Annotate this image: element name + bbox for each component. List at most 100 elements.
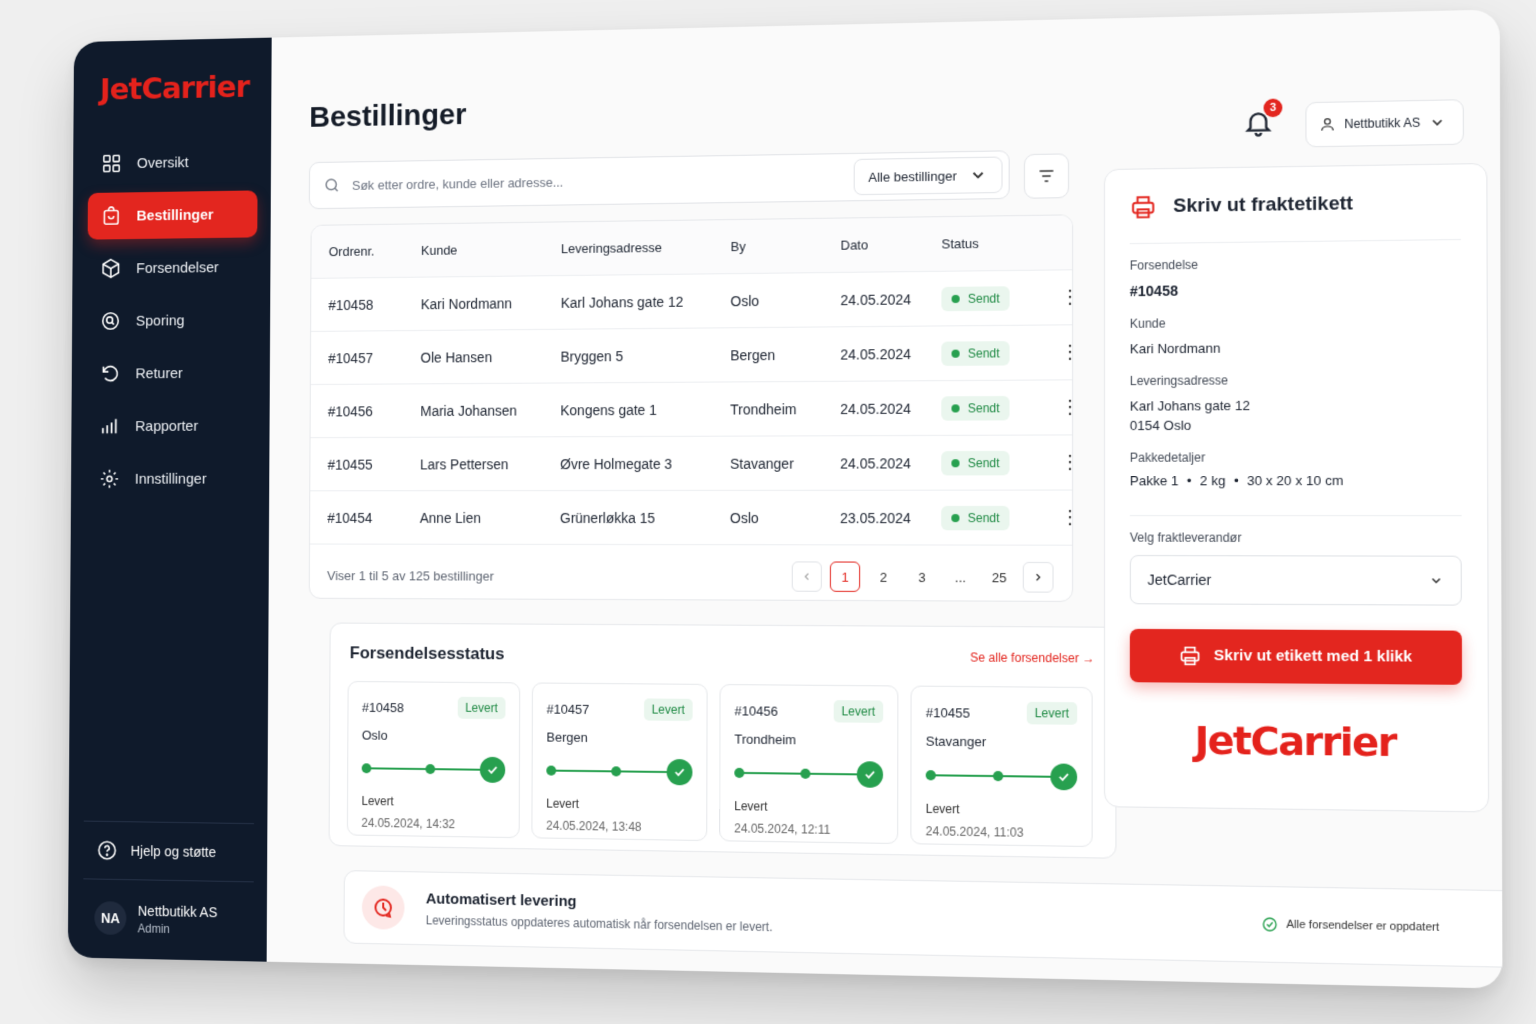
address-label: Leveringsadresse (1129, 372, 1229, 388)
main-content: Bestillinger 3 Nettbutikk AS Søk etter o… (267, 9, 1503, 988)
app-window: JetCarrier Oversikt Bestillinger Forsend… (67, 9, 1503, 989)
sidebar-item-label: Sporing (135, 312, 185, 330)
customer-label: Kunde (1129, 316, 1166, 331)
sidebar-item-forsendelser[interactable]: Forsendelser (87, 243, 257, 292)
shipment-card[interactable]: #10455 Levert Stavanger Levert 24.05.2024… (910, 685, 1093, 848)
progress-track (546, 757, 693, 787)
more-options-icon[interactable]: ⋮ (1047, 507, 1073, 528)
shipment-status: Levert (734, 799, 768, 814)
user-profile[interactable]: NA Nettbutikk AS Admin (83, 879, 254, 937)
clock-icon (361, 885, 405, 930)
order-address: Bryggen 5 (560, 347, 624, 365)
order-customer: Anne Lien (419, 509, 481, 526)
print-label-button[interactable]: Skriv ut etikett med 1 klikk (1129, 628, 1463, 685)
user-role: Admin (137, 921, 170, 936)
progress-track (925, 761, 1078, 791)
sidebar-item-returer[interactable]: Returer (87, 349, 257, 397)
order-address: Øvre Holmegate 3 (560, 455, 673, 472)
avatar: NA (94, 901, 127, 936)
shipment-status: Levert (361, 794, 394, 809)
order-address: Karl Johans gate 12 (560, 293, 684, 311)
filter-button[interactable] (1023, 153, 1070, 199)
order-address: Grünerløkka 15 (559, 509, 655, 526)
shipment-city: Stavanger (925, 733, 987, 750)
help-link[interactable]: Hjelp og støtte (83, 820, 255, 883)
user-name: Nettbutikk AS (137, 902, 218, 920)
sidebar-item-label: Rapporter (135, 417, 199, 435)
table-row[interactable]: #10458 Kari Nordmann Karl Johans gate 12… (311, 270, 1073, 332)
sidebar-item-rapporter[interactable]: Rapporter (86, 402, 256, 450)
column-header[interactable]: Dato (841, 236, 942, 252)
pagination: 1 2 3 ... 25 (791, 561, 1054, 593)
column-header[interactable]: Kunde (421, 241, 561, 258)
order-city: Bergen (730, 346, 776, 363)
page-button[interactable]: 2 (868, 562, 898, 592)
search-input[interactable]: Søk etter ordre, kunde eller adresse... (352, 170, 853, 192)
column-header[interactable]: Status (941, 235, 1047, 252)
shipment-id: #10457 (546, 701, 590, 717)
delivered-badge: Levert (833, 700, 884, 723)
see-all-shipments-link[interactable]: Se alle forsendelser → (970, 650, 1095, 665)
column-header[interactable]: Ordrenr. (329, 243, 421, 259)
table-row[interactable]: #10455 Lars Pettersen Øvre Holmegate 3 S… (310, 435, 1073, 492)
box-icon (100, 258, 121, 280)
more-options-icon[interactable]: ⋮ (1047, 341, 1073, 363)
page-button[interactable]: 3 (907, 562, 937, 593)
printer-icon (1178, 644, 1201, 667)
gear-icon (99, 468, 120, 489)
sidebar-item-innstillinger[interactable]: Innstillinger (86, 455, 256, 502)
status-badge: Sendt (941, 285, 1010, 311)
search-bar: Søk etter ordre, kunde eller adresse... … (308, 150, 1010, 210)
sidebar-item-sporing[interactable]: Sporing (87, 296, 257, 344)
more-options-icon[interactable]: ⋮ (1047, 452, 1073, 474)
order-id: #10457 (328, 349, 374, 366)
next-page-button[interactable] (1022, 561, 1054, 593)
pagination-info: Viser 1 til 5 av 125 bestillinger (327, 567, 494, 584)
account-dropdown[interactable]: Nettbutikk AS (1305, 99, 1464, 148)
column-header[interactable]: By (731, 238, 841, 254)
sidebar-item-oversikt[interactable]: Oversikt (88, 138, 258, 188)
print-label-panel: Skriv ut fraktetikett Forsendelse #10458… (1103, 162, 1490, 813)
more-options-icon[interactable]: ⋮ (1047, 286, 1073, 308)
help-icon (97, 839, 118, 861)
notifications-button[interactable]: 3 (1243, 98, 1283, 138)
shipment-status: Levert (546, 796, 580, 812)
shipment-time: 24.05.2024, 12:11 (734, 821, 831, 837)
shipment-time: 24.05.2024, 14:32 (361, 815, 456, 832)
shipment-card[interactable]: #10456 Levert Trondheim Levert 24.05.2024… (719, 683, 899, 845)
shipment-id: #10455 (925, 704, 970, 721)
grid-icon (101, 153, 122, 175)
automation-card: Automatisert levering Leveringsstatus op… (343, 870, 1503, 969)
column-header[interactable]: Leveringsadresse (561, 239, 731, 256)
panel-title: Skriv ut fraktetikett (1173, 192, 1353, 218)
page-button[interactable]: 25 (984, 562, 1015, 593)
page-ellipsis: ... (954, 569, 966, 585)
progress-track (361, 754, 506, 784)
table-header: Ordrenr. Kunde Leveringsadresse By Dato … (311, 215, 1073, 279)
more-options-icon[interactable]: ⋮ (1047, 397, 1073, 419)
return-icon (100, 363, 121, 385)
status-badge: Sendt (941, 395, 1010, 421)
status-badge: Sendt (941, 505, 1010, 530)
order-filter-select[interactable]: Alle bestillinger (853, 156, 1003, 196)
carrier-select[interactable]: JetCarrier (1129, 554, 1462, 606)
table-row[interactable]: #10457 Ole Hansen Bryggen 5 Bergen 24.05… (310, 325, 1073, 386)
user-icon (1319, 116, 1336, 133)
bag-icon (101, 205, 122, 227)
table-row[interactable]: #10454 Anne Lien Grünerløkka 15 Oslo 23.… (309, 490, 1073, 546)
order-filter-value: Alle bestillinger (868, 167, 957, 185)
status-badge: Sendt (941, 340, 1010, 366)
table-row[interactable]: #10456 Maria Johansen Kongens gate 1 Tro… (310, 380, 1073, 439)
shipment-city: Oslo (361, 727, 388, 743)
account-label: Nettbutikk AS (1344, 115, 1421, 132)
brand-logo[interactable]: JetCarrier (100, 69, 258, 107)
sidebar-item-bestillinger[interactable]: Bestillinger (87, 190, 258, 240)
orders-table: Ordrenr. Kunde Leveringsadresse By Dato … (308, 214, 1074, 602)
prev-page-button[interactable] (791, 561, 822, 592)
arrow-right-icon: → (1082, 651, 1095, 666)
order-date: 24.05.2024 (840, 290, 912, 308)
page-button[interactable]: 1 (829, 561, 861, 592)
shipment-card[interactable]: #10458 Levert Oslo Levert 24.05.2024, 14:… (346, 680, 521, 839)
shipment-card[interactable]: #10457 Levert Bergen Levert 24.05.2024, 1… (531, 682, 708, 842)
status-badge: Sendt (941, 450, 1010, 475)
